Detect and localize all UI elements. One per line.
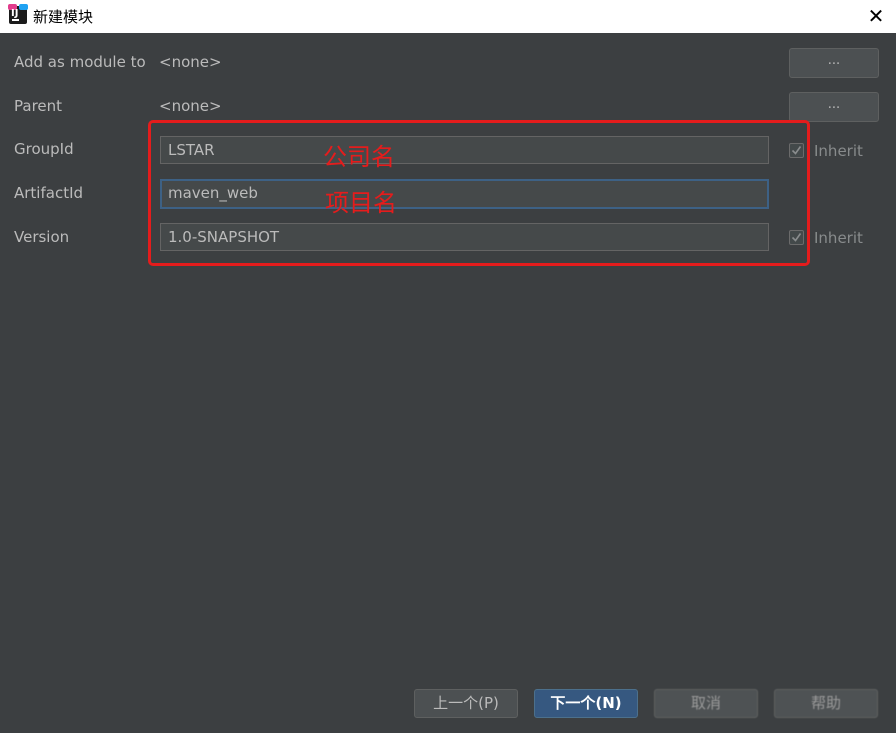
add-as-module-label: Add as module to xyxy=(14,53,146,71)
app-icon-text: IJ xyxy=(11,8,19,19)
group-id-inherit-checkbox[interactable] xyxy=(789,143,804,158)
checkmark-icon xyxy=(791,146,802,155)
group-id-input[interactable]: LSTAR xyxy=(160,136,769,164)
checkmark-icon xyxy=(791,233,802,242)
version-inherit-checkbox[interactable] xyxy=(789,230,804,245)
parent-label: Parent xyxy=(14,97,63,115)
previous-button[interactable]: 上一个(P) xyxy=(414,689,518,718)
window-title: 新建模块 xyxy=(33,8,94,26)
version-inherit-label: Inherit xyxy=(814,229,863,247)
group-id-inherit-label: Inherit xyxy=(814,142,863,160)
add-as-module-value: <none> xyxy=(159,53,222,71)
artifact-id-annotation: 项目名 xyxy=(325,189,397,217)
artifact-id-input[interactable]: maven_web xyxy=(160,179,769,209)
add-as-module-browse-button[interactable]: ... xyxy=(789,48,879,78)
artifact-id-label: ArtifactId xyxy=(14,184,84,202)
help-button[interactable]: 帮助 xyxy=(774,689,878,718)
parent-value: <none> xyxy=(159,97,222,115)
group-id-annotation: 公司名 xyxy=(323,143,395,171)
close-button[interactable]: ✕ xyxy=(864,4,888,28)
next-button[interactable]: 下一个(N) xyxy=(534,689,638,718)
intellij-idea-icon: IJ xyxy=(8,4,28,24)
group-id-label: GroupId xyxy=(14,140,74,158)
version-label: Version xyxy=(14,228,70,246)
cancel-button[interactable]: 取消 xyxy=(654,689,758,718)
version-input[interactable]: 1.0-SNAPSHOT xyxy=(160,223,769,251)
parent-browse-button[interactable]: ... xyxy=(789,92,879,122)
title-bar: IJ 新建模块 ✕ xyxy=(0,0,896,33)
